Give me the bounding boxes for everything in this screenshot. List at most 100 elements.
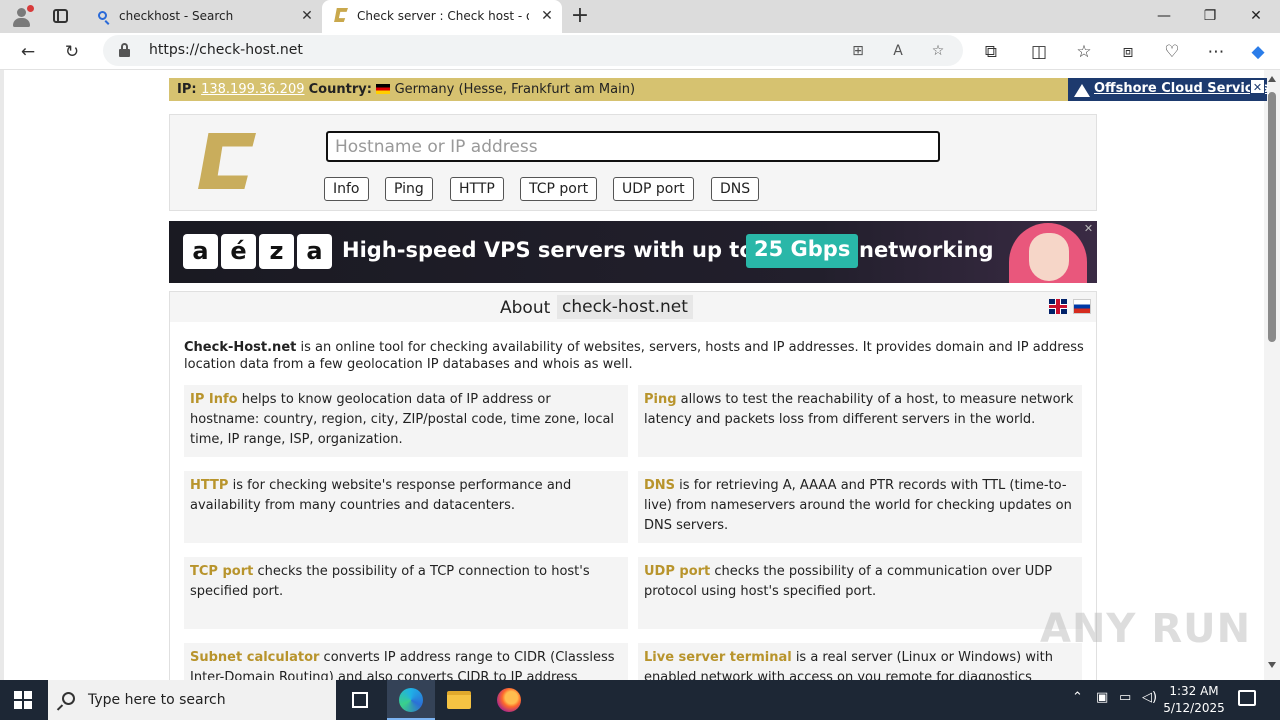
tab-check-host[interactable]: Check server : Check host - online ✕ xyxy=(322,0,562,33)
ping-button[interactable]: Ping xyxy=(385,177,433,201)
refresh-icon[interactable]: ↻ xyxy=(58,38,86,66)
english-flag-icon[interactable] xyxy=(1049,299,1067,314)
more-menu-icon[interactable]: ⋯ xyxy=(1202,38,1230,66)
taskbar-file-explorer[interactable] xyxy=(435,680,483,720)
udp-port-button[interactable]: UDP port xyxy=(613,177,694,201)
task-view-button[interactable] xyxy=(336,680,384,720)
feature-link[interactable]: TCP port xyxy=(190,564,253,579)
check-panel: Info Ping HTTP TCP port UDP port DNS xyxy=(169,114,1097,211)
feature-text: allows to test the reachability of a hos… xyxy=(644,392,1074,427)
feature-link[interactable]: Ping xyxy=(644,392,677,407)
lock-icon[interactable] xyxy=(119,43,130,57)
favorite-star-icon[interactable]: ☆ xyxy=(927,40,949,62)
banner-letter: a xyxy=(183,234,218,269)
anyrun-watermark: ANY RUN xyxy=(1040,606,1252,652)
new-tab-plus-icon[interactable]: + xyxy=(568,4,592,28)
russian-flag-icon[interactable] xyxy=(1073,299,1091,314)
folder-icon xyxy=(447,691,471,709)
collections-icon[interactable]: ⧈ xyxy=(1114,38,1142,66)
banner-letter: z xyxy=(259,234,294,269)
tray-chevron-up-icon[interactable]: ⌃ xyxy=(1072,690,1083,705)
hostname-input[interactable] xyxy=(326,131,940,162)
intro-site-name: Check-Host.net xyxy=(184,340,297,355)
notification-icon[interactable] xyxy=(1238,690,1256,706)
restore-icon[interactable]: ❐ xyxy=(1187,4,1233,28)
country-label: Country xyxy=(308,82,367,97)
country-value: Germany (Hesse, Frankfurt am Main) xyxy=(394,82,636,97)
favorites-icon[interactable]: ☆ xyxy=(1070,38,1098,66)
page-scrollbar[interactable] xyxy=(1264,70,1280,680)
feature-link[interactable]: DNS xyxy=(644,478,675,493)
feature-link[interactable]: IP Info xyxy=(190,392,238,407)
clock-time: 1:32 AM xyxy=(1169,684,1219,698)
feature-card-subnet-calculator: Subnet calculator converts IP address ra… xyxy=(184,643,628,680)
tray-device-icon[interactable]: ▣ xyxy=(1096,690,1108,705)
apps-icon[interactable]: ⊞ xyxy=(847,40,869,62)
feature-card-http: HTTP is for checking website's response … xyxy=(184,471,628,543)
tab-close-icon[interactable]: ✕ xyxy=(298,7,316,25)
feature-text: is for retrieving A, AAAA and PTR record… xyxy=(644,478,1072,533)
feature-card-live-terminal: Live server terminal is a real server (L… xyxy=(638,643,1082,680)
tab-checkhost-search[interactable]: checkhost - Search ✕ xyxy=(84,0,322,33)
edge-icon xyxy=(399,688,423,712)
feature-link[interactable]: Live server terminal xyxy=(644,650,792,665)
tab-title: Check server : Check host - online xyxy=(357,9,529,23)
scroll-thumb[interactable] xyxy=(1268,92,1276,342)
scroll-up-icon[interactable] xyxy=(1268,76,1276,82)
offshore-cloud-ad[interactable]: Offshore Cloud Services ✕ xyxy=(1068,78,1269,101)
info-button[interactable]: Info xyxy=(324,177,369,201)
ip-info-bar: IP: 138.199.36.209 Country: Germany (Hes… xyxy=(169,78,1269,101)
about-label: About xyxy=(500,298,551,318)
ip-address-link[interactable]: 138.199.36.209 xyxy=(201,82,304,97)
taskbar-search-box[interactable]: Type here to search xyxy=(48,680,336,720)
scroll-down-icon[interactable] xyxy=(1268,662,1276,668)
taskbar-edge[interactable] xyxy=(387,680,435,720)
minimize-icon[interactable]: — xyxy=(1141,4,1187,28)
performance-icon[interactable]: ♡ xyxy=(1158,38,1186,66)
window-close-icon[interactable]: ✕ xyxy=(1233,4,1279,28)
feature-link[interactable]: HTTP xyxy=(190,478,228,493)
feature-card-dns: DNS is for retrieving A, AAAA and PTR re… xyxy=(638,471,1082,543)
address-bar[interactable]: https://check-host.net ⊞ A ☆ xyxy=(103,35,963,66)
browser-tab-bar: checkhost - Search ✕ Check server : Chec… xyxy=(0,0,1280,33)
search-icon xyxy=(98,11,107,20)
firefox-icon xyxy=(497,688,521,712)
tab-close-icon[interactable]: ✕ xyxy=(538,7,556,25)
task-view-icon xyxy=(352,692,368,708)
http-button[interactable]: HTTP xyxy=(450,177,504,201)
tray-network-icon[interactable]: ▭ xyxy=(1119,690,1131,705)
feature-card-udp-port: UDP port checks the possibility of a com… xyxy=(638,557,1082,629)
aeza-ad-banner[interactable]: a é z a High-speed VPS servers with up t… xyxy=(169,221,1097,283)
about-site-name: check-host.net xyxy=(557,295,693,319)
url-text[interactable]: https://check-host.net xyxy=(149,42,303,58)
banner-close-icon[interactable]: ✕ xyxy=(1082,222,1095,235)
banner-letter: é xyxy=(221,234,256,269)
feature-link[interactable]: UDP port xyxy=(644,564,710,579)
feature-text: helps to know geolocation data of IP add… xyxy=(190,392,615,447)
ad-close-icon[interactable]: ✕ xyxy=(1250,79,1265,94)
feature-link[interactable]: Subnet calculator xyxy=(190,650,319,665)
germany-flag-icon xyxy=(376,84,391,94)
back-arrow-icon[interactable]: ← xyxy=(14,38,42,66)
split-screen-icon[interactable]: ◫ xyxy=(1025,38,1053,66)
about-intro: Check-Host.net is an online tool for che… xyxy=(184,339,1084,373)
tray-volume-icon[interactable]: ◁) xyxy=(1142,690,1157,705)
dns-button[interactable]: DNS xyxy=(711,177,760,201)
offshore-cloud-link[interactable]: Offshore Cloud Services xyxy=(1094,81,1269,96)
browser-toolbar: ← ↻ https://check-host.net ⊞ A ☆ ⧉ ◫ ☆ ⧈… xyxy=(0,33,1280,70)
mountain-logo-icon xyxy=(1074,84,1090,97)
taskbar-firefox[interactable] xyxy=(485,680,533,720)
taskbar-clock[interactable]: 1:32 AM 5/12/2025 xyxy=(1160,683,1228,717)
extensions-icon[interactable]: ⧉ xyxy=(977,38,1005,66)
tab-actions-icon[interactable] xyxy=(50,6,72,28)
profile-avatar-icon[interactable] xyxy=(10,5,34,29)
feature-card-ping: Ping allows to test the reachability of … xyxy=(638,385,1082,457)
check-host-logo[interactable] xyxy=(198,133,256,189)
clock-date: 5/12/2025 xyxy=(1163,701,1225,715)
windows-taskbar: Type here to search ⌃ ▣ ▭ ◁) 1:32 AM 5/1… xyxy=(0,680,1280,720)
tcp-port-button[interactable]: TCP port xyxy=(520,177,598,201)
check-host-favicon-icon xyxy=(334,8,348,22)
windows-start-icon[interactable] xyxy=(14,691,32,709)
copilot-icon[interactable]: ◆ xyxy=(1244,38,1272,66)
read-aloud-icon[interactable]: A xyxy=(887,40,909,62)
